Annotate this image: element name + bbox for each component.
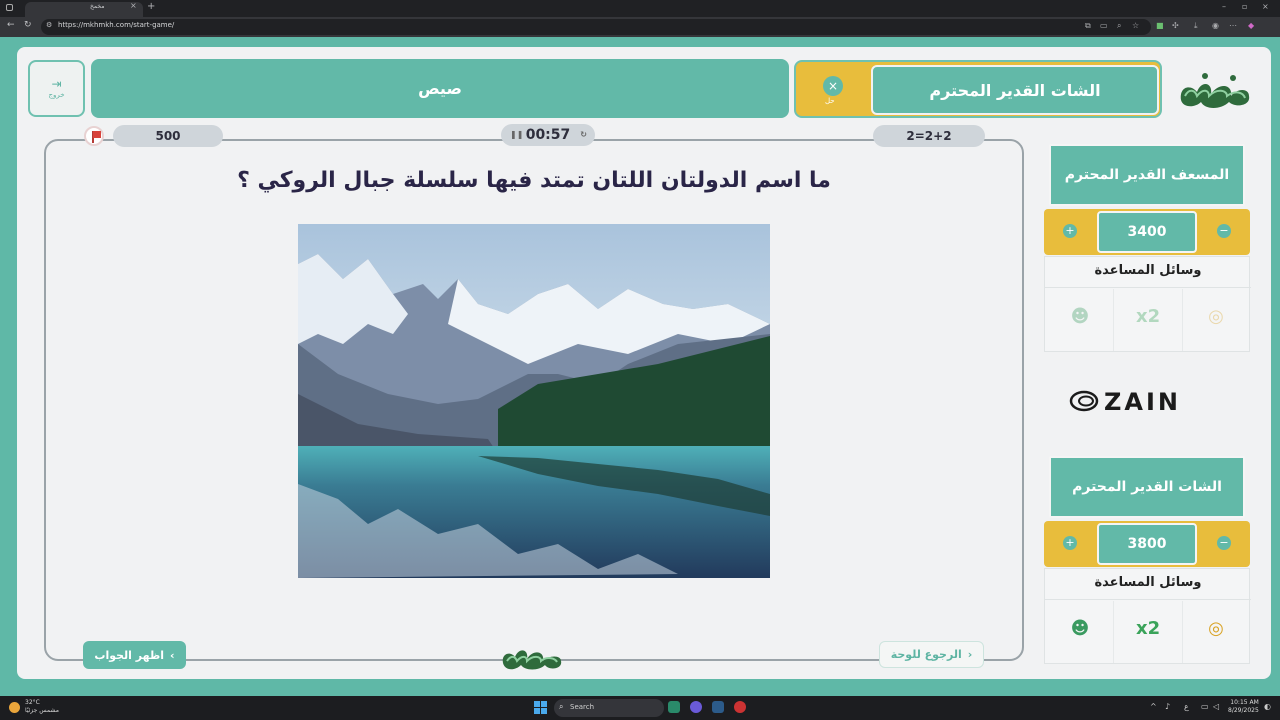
obs-app-icon[interactable]	[734, 701, 746, 713]
taskbar-search[interactable]: ⌕ Search	[554, 699, 664, 717]
reveal-answer-label: اظهر الجواب	[94, 648, 165, 662]
close-window-icon[interactable]: ×	[1262, 2, 1269, 11]
site-info-icon[interactable]: ⚙	[46, 21, 52, 29]
call-friend-icon[interactable]: ☻	[1068, 617, 1092, 641]
menu-icon[interactable]: ⋯	[1229, 21, 1237, 30]
browser-tab-bar: مخمخ × + – ▫ ×	[0, 0, 1280, 17]
exit-button[interactable]: ⇥ خروج	[28, 60, 85, 117]
notifications-icon[interactable]: ◐	[1264, 702, 1271, 711]
reveal-answer-button[interactable]: اظهر الجواب ‹	[83, 641, 186, 669]
question-points: 500	[113, 125, 223, 147]
current-team-name: الشات القدير المحترم	[871, 65, 1159, 115]
back-to-board-label: الرجوع للوحة	[890, 648, 962, 661]
zain-text: ZAIN	[1104, 388, 1181, 416]
chevron-left-icon: ‹	[170, 648, 175, 662]
timer-value: 00:57	[525, 127, 571, 143]
language-icon[interactable]: ع	[1184, 702, 1189, 711]
team-1-aids-title: وسائل المساعدة	[1094, 263, 1202, 278]
network-icon[interactable]: ▭	[1201, 702, 1209, 711]
hole-icon[interactable]: ◎	[1204, 617, 1228, 641]
weather-temp: 32°C	[25, 699, 40, 706]
hole-icon[interactable]: ◎	[1204, 305, 1228, 329]
back-to-board-button[interactable]: الرجوع للوحة ›	[879, 641, 984, 668]
zoom-icon[interactable]: ⌕	[1117, 21, 1121, 31]
volume-icon[interactable]: ◁	[1213, 702, 1219, 711]
weather-widget[interactable]: 32°C مشمس جزئيًا	[25, 699, 59, 715]
date-text: 8/29/2025	[1228, 707, 1259, 714]
search-placeholder: Search	[570, 703, 595, 711]
open-in-app-icon[interactable]: ⧉	[1085, 21, 1091, 31]
exit-icon: ⇥	[51, 77, 62, 91]
chevron-right-icon: ›	[967, 648, 973, 661]
double-points-icon[interactable]: x2	[1136, 617, 1160, 641]
reload-icon[interactable]: ↻	[24, 20, 32, 30]
team-panel-2: الشات القدير المحترم + 3800 − وسائل المس…	[1044, 452, 1251, 664]
tray-overflow-icon[interactable]: ^	[1150, 702, 1157, 711]
team-1-decrease-icon[interactable]: −	[1217, 224, 1231, 238]
extensions-puzzle-icon[interactable]: ✣	[1172, 21, 1179, 30]
start-menu-icon[interactable]	[534, 701, 547, 714]
mic-icon[interactable]: ♪	[1165, 702, 1170, 711]
question-text: ما اسم الدولتان اللتان تمتد فيها سلسلة ج…	[237, 168, 831, 193]
team-panel-1: المسعف القدير المحترم + 3400 − وسائل الم…	[1044, 140, 1251, 352]
back-icon[interactable]: ←	[7, 20, 15, 30]
turn-close-icon[interactable]: ×	[823, 76, 843, 96]
clock[interactable]: 10:15 AM 8/29/2025	[1228, 699, 1259, 715]
team-2-aids: وسائل المساعدة ☻ x2 ◎	[1044, 568, 1251, 664]
minimize-icon[interactable]: –	[1222, 2, 1226, 11]
call-friend-icon[interactable]: ☻	[1068, 305, 1092, 329]
mkhmkh-logo-bottom	[502, 650, 562, 670]
team-1-score: 3400	[1097, 211, 1197, 253]
bookmark-star-icon[interactable]: ☆	[1132, 21, 1139, 30]
tab-close-icon[interactable]: ×	[130, 1, 137, 10]
steam-app-icon[interactable]	[712, 701, 724, 713]
new-tab-icon[interactable]: +	[147, 1, 155, 12]
mkhmkh-logo	[1180, 73, 1250, 108]
tab-actions-icon[interactable]	[6, 4, 13, 11]
team-2-increase-icon[interactable]: +	[1063, 536, 1077, 550]
edge-app-icon[interactable]	[668, 701, 680, 713]
cast-icon[interactable]: ▭	[1100, 21, 1108, 30]
downloads-icon[interactable]: ⤓	[1194, 21, 1198, 31]
zain-logo: ZAIN	[1069, 388, 1181, 416]
question-image	[298, 224, 770, 578]
profile-icon[interactable]: ◉	[1212, 21, 1219, 30]
team-1-name: المسعف القدير المحترم	[1049, 144, 1245, 206]
maximize-icon[interactable]: ▫	[1242, 2, 1247, 11]
copilot-icon[interactable]: ◆	[1248, 21, 1254, 30]
team-1-aids: وسائل المساعدة ☻ x2 ◎	[1044, 256, 1251, 352]
timer: ❚❚ 00:57 ↻	[501, 124, 595, 146]
url-text: https://mkhmkh.com/start-game/	[58, 21, 175, 29]
address-bar[interactable]	[41, 19, 1151, 35]
team-2-aids-title: وسائل المساعدة	[1094, 575, 1202, 590]
search-icon: ⌕	[559, 702, 564, 711]
team-2-score: 3800	[1097, 523, 1197, 565]
turn-label: حل	[825, 97, 835, 105]
team-1-score-row: + 3400 −	[1044, 209, 1250, 255]
browser-toolbar: ← ↻ ⚙ https://mkhmkh.com/start-game/ ⧉ ▭…	[0, 17, 1280, 37]
weather-icon[interactable]	[9, 702, 20, 713]
report-flag-icon[interactable]	[84, 126, 104, 146]
tab-title: مخمخ	[90, 3, 105, 10]
double-points-icon[interactable]: x2	[1136, 305, 1160, 329]
pause-icon[interactable]: ❚❚	[510, 130, 523, 139]
equation-badge: 2=2+2	[873, 125, 985, 147]
team-1-increase-icon[interactable]: +	[1063, 224, 1077, 238]
reset-timer-icon[interactable]: ↻	[580, 130, 587, 139]
team-2-score-row: + 3800 −	[1044, 521, 1250, 567]
category-title: صيص	[91, 59, 789, 118]
time-text: 10:15 AM	[1230, 699, 1259, 706]
team-2-decrease-icon[interactable]: −	[1217, 536, 1231, 550]
extension-icon[interactable]: ■	[1156, 21, 1164, 30]
windows-taskbar: 32°C مشمس جزئيًا ⌕ Search ^ ♪ ع ▭ ◁ 10:1…	[0, 696, 1280, 720]
copilot-app-icon[interactable]	[690, 701, 702, 713]
browser-tab[interactable]	[25, 2, 143, 17]
team-2-name: الشات القدير المحترم	[1049, 456, 1245, 518]
current-team-box: × حل الشات القدير المحترم	[794, 60, 1162, 118]
exit-label: خروج	[48, 91, 65, 99]
weather-desc: مشمس جزئيًا	[25, 707, 59, 714]
